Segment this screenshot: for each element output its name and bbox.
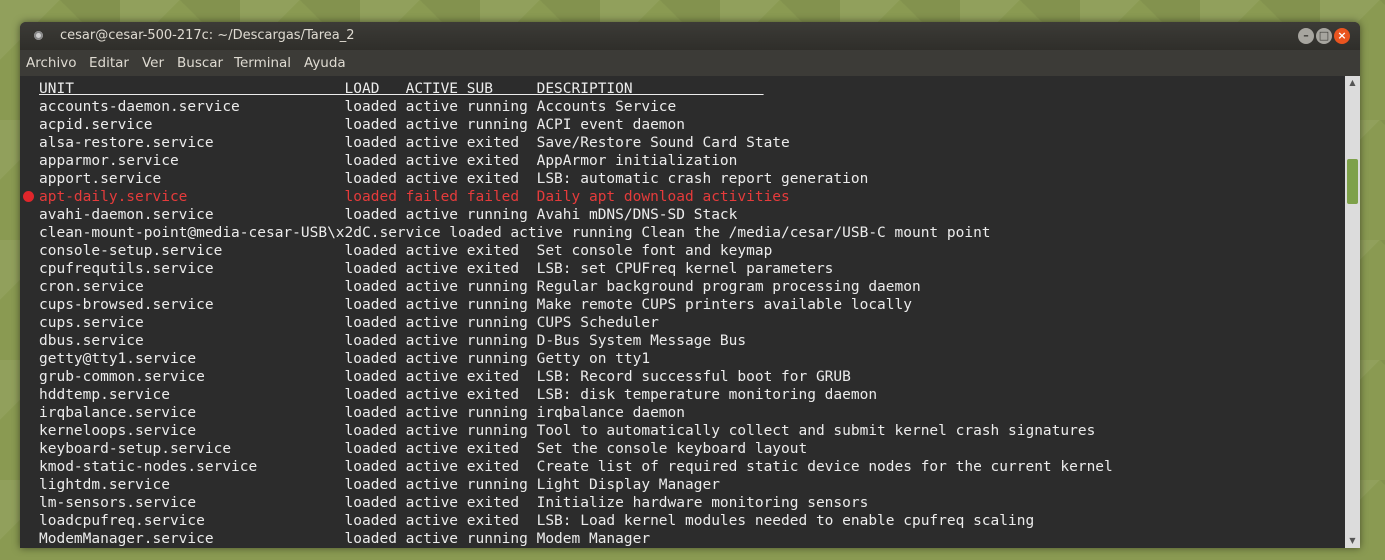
table-row: cups.service loaded active running CUPS … bbox=[39, 315, 659, 331]
table-row: lightdm.service loaded active running Li… bbox=[39, 477, 720, 493]
table-row: loadcpufreq.service loaded active exited… bbox=[39, 513, 1035, 529]
table-row: alsa-restore.service loaded active exite… bbox=[39, 135, 790, 151]
table-row: console-setup.service loaded active exit… bbox=[39, 243, 773, 259]
terminal-window: cesar@cesar-500-217c: ~/Descargas/Tarea_… bbox=[20, 22, 1360, 548]
table-row: apparmor.service loaded active exited Ap… bbox=[39, 153, 738, 169]
table-row: acpid.service loaded active running ACPI… bbox=[39, 117, 686, 133]
table-row: accounts-daemon.service loaded active ru… bbox=[39, 99, 677, 115]
table-row: cron.service loaded active running Regul… bbox=[39, 279, 921, 295]
table-row: lm-sensors.service loaded active exited … bbox=[39, 495, 869, 511]
table-row: irqbalance.service loaded active running… bbox=[39, 405, 686, 421]
table-row: dbus.service loaded active running D-Bus… bbox=[39, 333, 747, 349]
table-row: kmod-static-nodes.service loaded active … bbox=[39, 459, 1113, 475]
maximize-button[interactable]: □ bbox=[1316, 28, 1332, 44]
vertical-scrollbar[interactable]: ▲ ▼ bbox=[1345, 76, 1360, 548]
table-row: hddtemp.service loaded active exited LSB… bbox=[39, 387, 878, 403]
menu-terminal[interactable]: Terminal bbox=[234, 55, 291, 71]
menu-ver[interactable]: Ver bbox=[142, 55, 164, 71]
menu-buscar[interactable]: Buscar bbox=[177, 55, 223, 71]
table-row: keyboard-setup.service loaded active exi… bbox=[39, 441, 808, 457]
failed-indicator-icon bbox=[23, 191, 34, 202]
close-button[interactable]: × bbox=[1334, 28, 1350, 44]
menu-bar: Archivo Editar Ver Buscar Terminal Ayuda bbox=[20, 50, 1360, 76]
table-row: cups-browsed.service loaded active runni… bbox=[39, 297, 912, 313]
table-row: cpufrequtils.service loaded active exite… bbox=[39, 261, 834, 277]
table-row: grub-common.service loaded active exited… bbox=[39, 369, 851, 385]
minimize-button[interactable]: – bbox=[1298, 28, 1314, 44]
table-row: clean-mount-point@media-cesar-USB\x2dC.s… bbox=[39, 225, 991, 241]
menu-ayuda[interactable]: Ayuda bbox=[304, 55, 346, 71]
scroll-thumb[interactable] bbox=[1347, 159, 1358, 204]
title-bar[interactable]: cesar@cesar-500-217c: ~/Descargas/Tarea_… bbox=[20, 22, 1360, 50]
table-row: getty@tty1.service loaded active running… bbox=[39, 351, 651, 367]
table-row: kerneloops.service loaded active running… bbox=[39, 423, 1096, 439]
menu-archivo[interactable]: Archivo bbox=[26, 55, 76, 71]
scroll-up-icon[interactable]: ▲ bbox=[1345, 76, 1360, 90]
table-row: ModemManager.service loaded active runni… bbox=[39, 531, 651, 547]
window-title: cesar@cesar-500-217c: ~/Descargas/Tarea_… bbox=[60, 28, 355, 43]
menu-editar[interactable]: Editar bbox=[89, 55, 129, 71]
table-header: UNIT LOAD ACTIVE SUB DESCRIPTION bbox=[39, 81, 764, 97]
table-row: apt-daily.service loaded failed failed D… bbox=[39, 189, 790, 205]
terminal-app-icon bbox=[34, 31, 43, 40]
table-row: avahi-daemon.service loaded active runni… bbox=[39, 207, 738, 223]
scroll-down-icon[interactable]: ▼ bbox=[1345, 534, 1360, 548]
table-row: apport.service loaded active exited LSB:… bbox=[39, 171, 869, 187]
terminal-output[interactable]: UNIT LOAD ACTIVE SUB DESCRIPTION account… bbox=[20, 76, 1345, 548]
